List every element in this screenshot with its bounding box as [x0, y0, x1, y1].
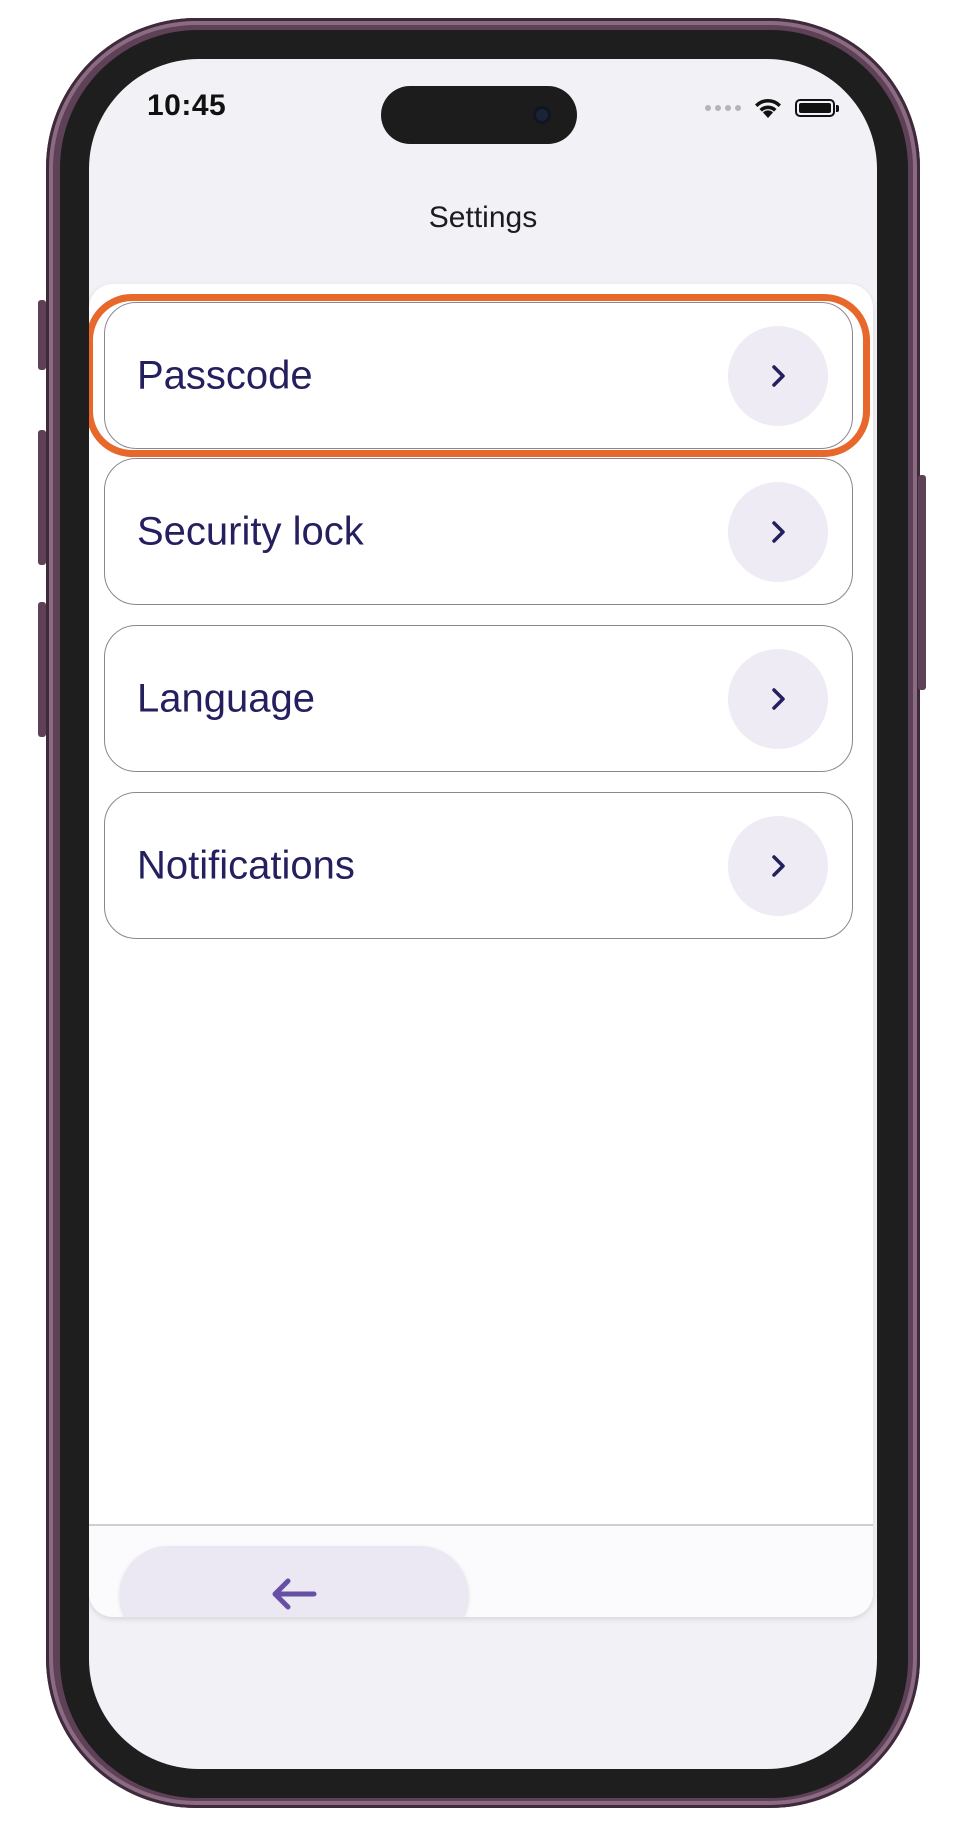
page-title: Settings — [428, 201, 538, 234]
status-time: 10:45 — [147, 89, 227, 122]
chevron-right-icon[interactable] — [728, 325, 828, 426]
settings-item-label: Language — [137, 676, 315, 720]
status-icons — [705, 95, 839, 121]
settings-item-label: Notifications — [137, 843, 355, 887]
back-button[interactable] — [120, 1546, 468, 1617]
wifi-icon — [755, 98, 781, 118]
phone-screen: 10:45 Settings Passcode Security lock La… — [89, 59, 877, 1769]
settings-item-passcode[interactable]: Passcode — [104, 302, 853, 449]
settings-item-language[interactable]: Language — [104, 625, 853, 772]
battery-icon — [795, 99, 839, 117]
camera-icon — [533, 106, 551, 124]
volume-down-button — [38, 602, 46, 737]
volume-up-button — [38, 430, 46, 565]
action-button — [38, 300, 46, 370]
settings-item-security-lock[interactable]: Security lock — [104, 458, 853, 605]
chevron-right-icon[interactable] — [728, 815, 828, 916]
settings-item-label: Security lock — [137, 509, 364, 553]
chevron-right-icon[interactable] — [728, 648, 828, 749]
chevron-right-icon[interactable] — [728, 481, 828, 582]
settings-card: Passcode Security lock Language Notifica… — [89, 284, 873, 1617]
arrow-left-icon — [272, 1578, 317, 1610]
dynamic-island — [381, 86, 577, 144]
settings-item-notifications[interactable]: Notifications — [104, 792, 853, 939]
settings-item-label: Passcode — [137, 353, 313, 397]
signal-dots-icon — [705, 105, 741, 111]
power-button — [918, 475, 926, 690]
